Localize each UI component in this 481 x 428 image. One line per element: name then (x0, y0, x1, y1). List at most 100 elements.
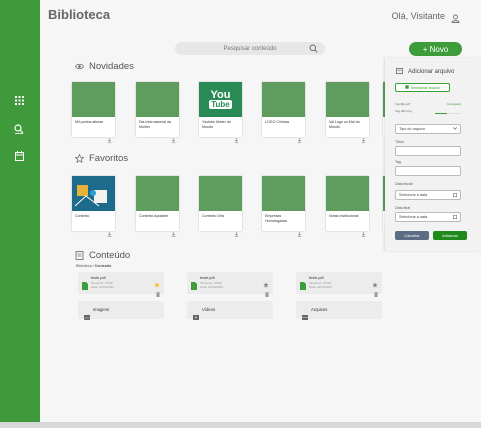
select-file-label: Selecionar arquivo (410, 85, 441, 90)
news-card[interactable]: Vai Logo ou Mal do Mundo (326, 82, 369, 143)
breadcrumb-separator: / (92, 264, 94, 268)
news-card[interactable]: You Tube Youtube Mister do Mundo (199, 82, 242, 143)
section-news-title: Novidades (89, 61, 134, 72)
upload-progress-fill (435, 113, 447, 114)
card-name: Mil pontos alturas (75, 120, 104, 124)
card-name: Contexto Orla (202, 214, 225, 218)
tag-input[interactable] (395, 166, 461, 176)
add-button[interactable]: Adicionar (433, 231, 467, 240)
download-icon[interactable] (107, 130, 112, 143)
folder-label: Arquivos (311, 307, 328, 312)
select-file-button[interactable]: Selecionar arquivo (395, 83, 450, 92)
news-card[interactable]: Dia Internacional da Mulher (136, 82, 179, 143)
file-card[interactable]: teste.pdf Tamanho: 375kb Data: 22/04/202… (296, 272, 382, 297)
file-name: teste.pdf (309, 276, 324, 280)
breadcrumb-root[interactable]: Biblioteca (76, 264, 92, 268)
card-name: Vai Logo ou Mal do Mundo (329, 120, 360, 129)
star-icon (74, 153, 85, 164)
card-name: Youtube Mister do Mundo (202, 120, 231, 129)
panel-header: Adicionar arquivo (396, 68, 454, 76)
download-icon[interactable] (361, 130, 366, 143)
favorite-card[interactable]: Contexto Orla (199, 176, 242, 237)
section-news: Novidades (75, 61, 134, 72)
chevron-down-icon (453, 127, 457, 131)
search-placeholder: Pesquisar conteúdo (223, 45, 277, 52)
cancel-button[interactable]: Cancelar (395, 231, 429, 240)
card-name: Dia Internacional da Mulher (139, 120, 171, 129)
download-icon[interactable] (297, 224, 302, 237)
file-card[interactable]: teste.pdf Tamanho: 375kb Data: 22/04/202… (187, 272, 273, 297)
section-favorites-title: Favoritos (89, 153, 129, 164)
title-input[interactable] (395, 146, 461, 156)
card-thumbnail (326, 82, 369, 117)
trash-icon[interactable] (374, 284, 378, 297)
upload-name: Imprfile.pdf (395, 102, 410, 106)
upload-item: Imprfile.pdf Carregado (395, 102, 461, 106)
favorite-card[interactable]: Notas Institucional (326, 176, 369, 237)
start-date-input[interactable]: Selecione a data (395, 190, 461, 200)
document-icon (82, 277, 88, 290)
upload-progress (435, 113, 461, 114)
start-date-label: Data inicial (395, 182, 413, 186)
download-icon[interactable] (107, 224, 112, 237)
new-button[interactable]: + Novo (409, 42, 462, 56)
new-button-label: + Novo (422, 44, 449, 54)
star-icon[interactable] (372, 275, 378, 288)
star-filled-icon[interactable] (154, 275, 160, 288)
end-date-input[interactable]: Selecione a data (395, 212, 461, 222)
archive-icon (302, 307, 308, 320)
download-icon[interactable] (171, 224, 176, 237)
download-icon[interactable] (234, 130, 239, 143)
search-icon[interactable] (309, 44, 318, 53)
folder-videos[interactable]: Vídeos (187, 301, 273, 320)
title-label: Título (395, 140, 404, 144)
calendar-icon (453, 214, 457, 220)
search-input[interactable]: Pesquisar conteúdo (175, 42, 325, 55)
folder-label: Vídeos (202, 307, 216, 312)
file-type-select[interactable]: Tipo do arquivo (395, 124, 461, 134)
calendar-icon[interactable] (13, 150, 25, 162)
trash-icon[interactable] (265, 284, 269, 297)
sidebar (0, 0, 40, 422)
file-date: Data: 22/04/2024 (91, 285, 115, 289)
grid-icon[interactable] (13, 94, 25, 106)
download-icon[interactable] (361, 224, 366, 237)
panel-title: Adicionar arquivo (408, 69, 455, 75)
breadcrumb-current: Conteúdo (94, 264, 112, 268)
eye-icon (75, 62, 84, 71)
library-search-icon[interactable] (13, 123, 25, 135)
file-meta: Tamanho: 375kb Data: 22/04/2024 (309, 281, 332, 289)
card-name: Notas Institucional (329, 214, 359, 218)
file-card[interactable]: teste.pdf Tamanho: 375kb Data: 22/04/202… (78, 272, 164, 297)
user-icon[interactable] (451, 10, 461, 23)
card-name: LOGO Clínicas (265, 120, 290, 124)
card-thumbnail (72, 82, 115, 117)
youtube-logo-thumbnail: You Tube (199, 82, 242, 117)
add-label: Adicionar (442, 233, 458, 238)
folder-images[interactable]: Imagens (78, 301, 164, 320)
card-thumbnail (326, 176, 369, 211)
star-icon[interactable] (263, 275, 269, 288)
download-icon[interactable] (297, 130, 302, 143)
folder-files[interactable]: Arquivos (296, 301, 382, 320)
favorite-card[interactable]: Contexto Apoiante (136, 176, 179, 237)
news-card[interactable]: LOGO Clínicas (262, 82, 305, 143)
start-date-value: Selecione a data (399, 193, 428, 197)
cancel-label: Cancelar (404, 233, 420, 238)
favorite-card[interactable]: Empresas Homologadas (262, 176, 305, 237)
favorite-card[interactable]: Contexto (72, 176, 115, 237)
section-favorites: Favoritos (74, 153, 129, 164)
download-icon[interactable] (234, 224, 239, 237)
file-name: teste.pdf (91, 276, 106, 280)
end-date-value: Selecione a data (399, 215, 428, 219)
card-name: Empresas Homologadas (265, 214, 288, 223)
bottom-scrollbar[interactable] (0, 422, 481, 428)
news-card[interactable]: Mil pontos alturas (72, 82, 115, 143)
file-meta: Tamanho: 375kb Data: 22/04/2024 (200, 281, 223, 289)
download-icon[interactable] (171, 130, 176, 143)
add-file-panel: Adicionar arquivo Selecionar arquivo Imp… (385, 58, 481, 251)
file-meta: Tamanho: 375kb Data: 22/04/2024 (91, 281, 114, 289)
upload-file-icon (396, 68, 403, 76)
trash-icon[interactable] (156, 284, 160, 297)
card-thumbnail (262, 176, 305, 211)
